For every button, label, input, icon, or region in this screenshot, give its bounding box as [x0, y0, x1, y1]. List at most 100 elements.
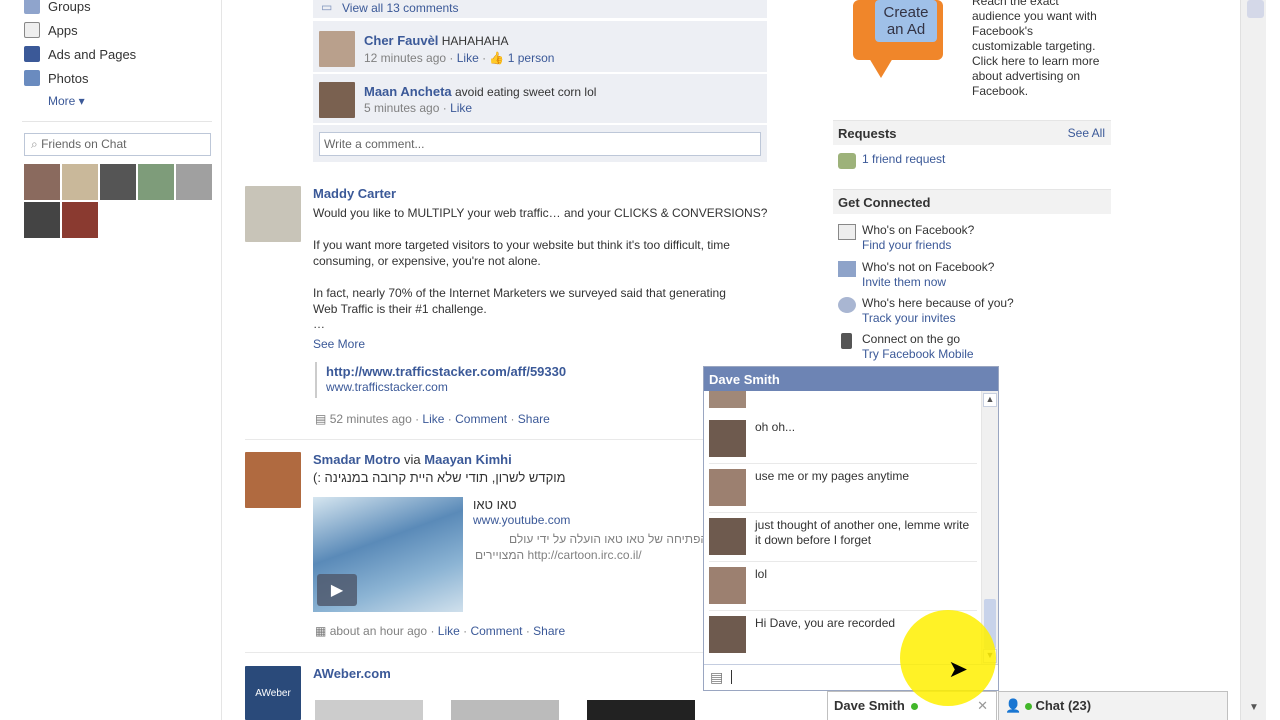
- link-preview-bar: [315, 362, 317, 398]
- emoticon-icon[interactable]: ▤: [710, 669, 723, 686]
- share-link[interactable]: Share: [518, 412, 550, 426]
- play-icon[interactable]: ▶: [317, 574, 357, 606]
- scroll-up-icon[interactable]: ▲: [983, 393, 997, 407]
- post-author-name[interactable]: Maddy Carter: [313, 186, 396, 201]
- likes-count-link[interactable]: 1 person: [508, 51, 555, 65]
- chat-avatar: [709, 420, 746, 457]
- friend-avatar[interactable]: [138, 164, 174, 200]
- commenter-name[interactable]: Maan Ancheta: [364, 84, 452, 99]
- friend-avatar[interactable]: [62, 202, 98, 238]
- commenter-name[interactable]: Cher Fauvèl: [364, 33, 438, 48]
- see-more-link[interactable]: See More: [313, 337, 365, 351]
- chat-window-header[interactable]: Dave Smith: [704, 367, 998, 391]
- post-text: If you want more targeted visitors to yo…: [313, 238, 730, 252]
- connect-item[interactable]: Who's not on Facebook? Invite them now: [838, 260, 994, 290]
- video-title[interactable]: טאו טאו: [473, 497, 517, 512]
- sidebar-item-groups[interactable]: Groups: [24, 0, 91, 15]
- create-ad-text: Create an Ad: [875, 0, 937, 42]
- share-link[interactable]: Share: [533, 624, 565, 638]
- sidebar-item-photos[interactable]: Photos: [24, 69, 88, 87]
- connect-item-link[interactable]: Try Facebook Mobile: [862, 347, 974, 362]
- like-link[interactable]: Like: [457, 51, 479, 65]
- ad-line: Facebook's: [972, 24, 1033, 38]
- text-caret: [731, 670, 732, 684]
- connect-item[interactable]: Who's here because of you? Track your in…: [838, 296, 1014, 326]
- write-comment-input[interactable]: Write a comment...: [319, 132, 761, 156]
- thumbs-up-icon: 👍: [489, 51, 505, 65]
- friend-avatar[interactable]: [100, 164, 136, 200]
- online-status-icon: [911, 703, 919, 710]
- commenter-avatar[interactable]: [319, 31, 355, 67]
- friend-avatar[interactable]: [62, 164, 98, 200]
- post-author-avatar[interactable]: [245, 452, 301, 508]
- post-text: Web Traffic is their #1 challenge.: [313, 302, 487, 316]
- mobile-icon: [841, 333, 852, 349]
- ad-line: Click here to learn more: [972, 54, 1100, 68]
- friend-avatar[interactable]: [24, 164, 60, 200]
- comment-link[interactable]: Comment: [470, 624, 522, 638]
- sidebar-item-ads-pages[interactable]: Ads and Pages: [24, 45, 136, 63]
- like-link[interactable]: Like: [422, 412, 444, 426]
- ad-description[interactable]: Reach the exact audience you want with F…: [972, 0, 1112, 99]
- post-text-ellipsis: …: [313, 317, 325, 331]
- commenter-avatar[interactable]: [319, 82, 355, 118]
- post-text: In fact, nearly 70% of the Internet Mark…: [313, 286, 726, 300]
- view-all-comments-link[interactable]: View all 13 comments: [342, 1, 459, 15]
- write-comment-row: Write a comment...: [313, 124, 767, 162]
- divider: [709, 512, 977, 513]
- friend-request-item[interactable]: 1 friend request: [838, 152, 945, 169]
- connect-item[interactable]: Connect on the go Try Facebook Mobile: [838, 332, 974, 362]
- connect-item-link[interactable]: Find your friends: [862, 238, 974, 253]
- page-scroll-thumb[interactable]: [1247, 0, 1264, 18]
- friend-avatar[interactable]: [24, 202, 60, 238]
- comment-link[interactable]: Comment: [455, 412, 507, 426]
- comment-text: avoid eating sweet corn lol: [455, 85, 597, 99]
- app-icon: ▤: [315, 412, 327, 426]
- post-author-name[interactable]: Smadar Motro: [313, 452, 400, 467]
- get-connected-title: Get Connected: [838, 195, 931, 210]
- post-author-avatar[interactable]: [245, 186, 301, 242]
- chat-message-text: oh oh...: [755, 420, 796, 434]
- video-description-link[interactable]: http://cartoon.irc.co.il/: [528, 548, 642, 562]
- chat-message-text: use me or my pages anytime: [755, 469, 910, 483]
- more-link[interactable]: More ▾: [48, 94, 85, 108]
- comment-item: Maan Ancheta avoid eating sweet corn lol…: [313, 73, 767, 123]
- ads-pages-icon: [24, 46, 40, 62]
- chat-buddy-list-button[interactable]: 👤 Chat (23): [998, 691, 1228, 720]
- online-status-icon: [1024, 703, 1032, 710]
- post-author-name[interactable]: AWeber.com: [313, 666, 391, 681]
- close-icon[interactable]: ✕: [977, 698, 988, 714]
- invite-icon: [838, 261, 856, 277]
- sidebar-item-label: Apps: [48, 22, 78, 38]
- friend-request-link[interactable]: 1 friend request: [862, 152, 945, 166]
- see-all-link[interactable]: See All: [1068, 126, 1105, 140]
- chat-tab-name: Dave Smith: [834, 698, 905, 713]
- divider: [709, 463, 977, 464]
- video-description: המצויירים: [475, 548, 525, 562]
- search-icon: ⌕: [31, 137, 38, 151]
- create-ad-badge[interactable]: Create an Ad: [853, 0, 943, 80]
- shared-link-title[interactable]: http://www.trafficstacker.com/aff/59330: [326, 364, 566, 379]
- sidebar-item-apps[interactable]: Apps: [24, 21, 78, 39]
- divider: [709, 561, 977, 562]
- connect-item-link[interactable]: Track your invites: [862, 311, 1014, 326]
- scroll-down-icon[interactable]: ▼: [1249, 702, 1259, 713]
- page-scrollbar[interactable]: [1240, 0, 1266, 720]
- video-thumbnail[interactable]: ▶: [313, 497, 463, 612]
- friends-chat-search[interactable]: ⌕ Friends on Chat: [24, 133, 211, 156]
- chat-avatar: [709, 567, 746, 604]
- post-time: 52 minutes ago: [329, 412, 412, 426]
- connect-item-link[interactable]: Invite them now: [862, 275, 994, 290]
- mouse-cursor-icon: ➤: [948, 656, 969, 683]
- comment-item: Cher Fauvèl HAHAHAHA 12 minutes ago · Li…: [313, 20, 767, 72]
- connect-item[interactable]: Who's on Facebook? Find your friends: [838, 223, 974, 253]
- ad-line: about advertising on: [972, 69, 1081, 83]
- video-domain[interactable]: www.youtube.com: [473, 513, 570, 527]
- like-link[interactable]: Like: [438, 624, 460, 638]
- post-text: Would you like to MULTIPLY your web traf…: [313, 206, 768, 220]
- shared-link-domain[interactable]: www.trafficstacker.com: [326, 380, 448, 394]
- friend-avatar[interactable]: [176, 164, 212, 200]
- via-author-name[interactable]: Maayan Kimhi: [424, 452, 511, 467]
- chat-message-text: just thought of another one, lemme write…: [755, 518, 970, 547]
- like-link[interactable]: Like: [450, 101, 472, 115]
